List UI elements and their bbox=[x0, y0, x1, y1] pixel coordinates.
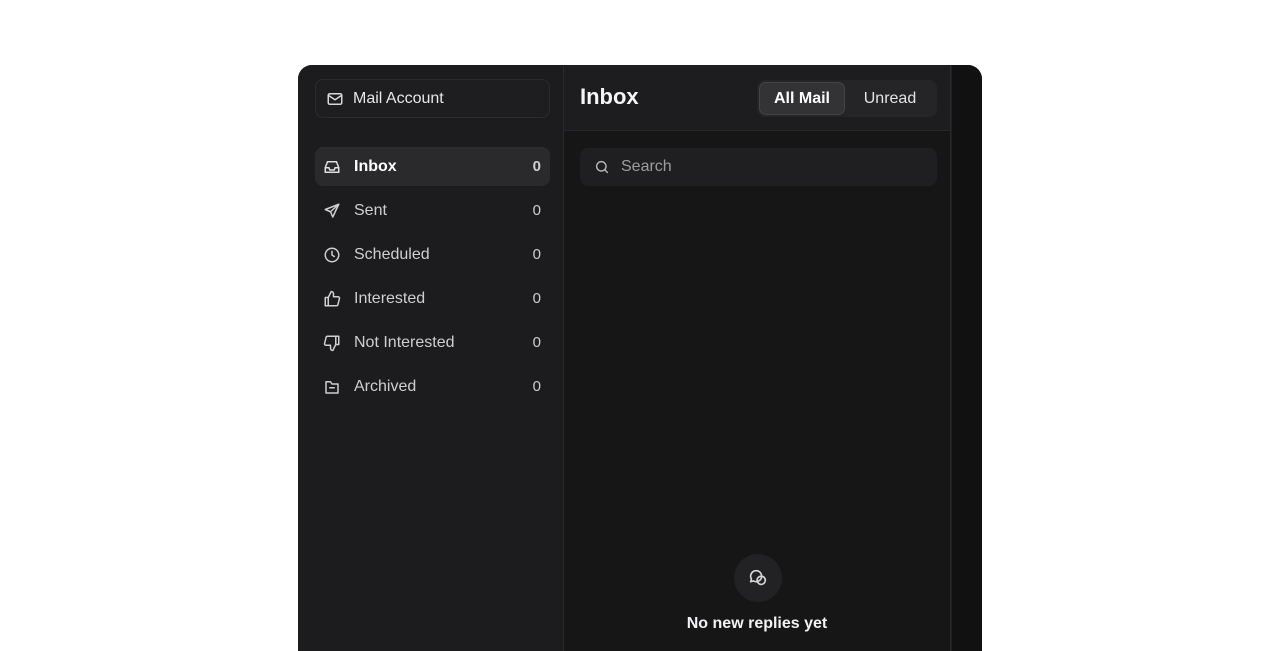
filter-unread-button[interactable]: Unread bbox=[845, 82, 935, 115]
sidebar-item-label: Scheduled bbox=[354, 245, 430, 263]
sidebar-item-sent[interactable]: Sent 0 bbox=[315, 191, 550, 230]
thumbs-down-icon bbox=[322, 333, 342, 353]
clock-icon bbox=[322, 245, 342, 265]
search-icon bbox=[595, 160, 609, 174]
search-box bbox=[580, 148, 937, 186]
sidebar-item-archived[interactable]: Archived 0 bbox=[315, 367, 550, 406]
sidebar-item-count: 0 bbox=[532, 290, 541, 307]
sidebar-item-label: Not Interested bbox=[354, 333, 455, 351]
folder-nav: Inbox 0 Sent 0 Scheduled 0 Interested 0 … bbox=[315, 147, 550, 411]
reading-pane bbox=[951, 65, 982, 651]
inbox-icon bbox=[322, 157, 342, 177]
empty-state-title: No new replies yet bbox=[686, 615, 828, 632]
sidebar-item-not-interested[interactable]: Not Interested 0 bbox=[315, 323, 550, 362]
account-label: Mail Account bbox=[353, 89, 444, 107]
thumbs-up-icon bbox=[322, 289, 342, 309]
sidebar-item-label: Archived bbox=[354, 377, 417, 395]
sidebar: Mail Account Inbox 0 Sent 0 Scheduled 0 … bbox=[298, 65, 564, 651]
send-icon bbox=[322, 201, 342, 221]
list-header: Inbox All Mail Unread bbox=[564, 65, 950, 131]
sidebar-item-count: 0 bbox=[532, 202, 541, 219]
mail-window: Mail Account Inbox 0 Sent 0 Scheduled 0 … bbox=[298, 65, 982, 651]
sidebar-item-count: 0 bbox=[532, 246, 541, 263]
sidebar-item-label: Inbox bbox=[354, 157, 397, 175]
mail-filter-toggle: All Mail Unread bbox=[757, 80, 937, 117]
sidebar-item-label: Interested bbox=[354, 289, 426, 307]
chat-bubbles-icon bbox=[734, 554, 782, 602]
sidebar-item-interested[interactable]: Interested 0 bbox=[315, 279, 550, 318]
search-input[interactable] bbox=[621, 158, 921, 176]
account-switcher[interactable]: Mail Account bbox=[315, 79, 550, 118]
page-title: Inbox bbox=[580, 84, 639, 109]
filter-all-mail-button[interactable]: All Mail bbox=[759, 82, 845, 115]
archive-icon bbox=[322, 377, 342, 397]
sidebar-item-count: 0 bbox=[532, 378, 541, 395]
sidebar-item-inbox[interactable]: Inbox 0 bbox=[315, 147, 550, 186]
sidebar-item-scheduled[interactable]: Scheduled 0 bbox=[315, 235, 550, 274]
sidebar-item-count: 0 bbox=[532, 158, 541, 175]
sidebar-item-label: Sent bbox=[354, 201, 387, 219]
sidebar-item-count: 0 bbox=[532, 334, 541, 351]
mail-icon bbox=[327, 92, 343, 105]
message-list-panel: Inbox All Mail Unread No new replies yet bbox=[564, 65, 951, 651]
